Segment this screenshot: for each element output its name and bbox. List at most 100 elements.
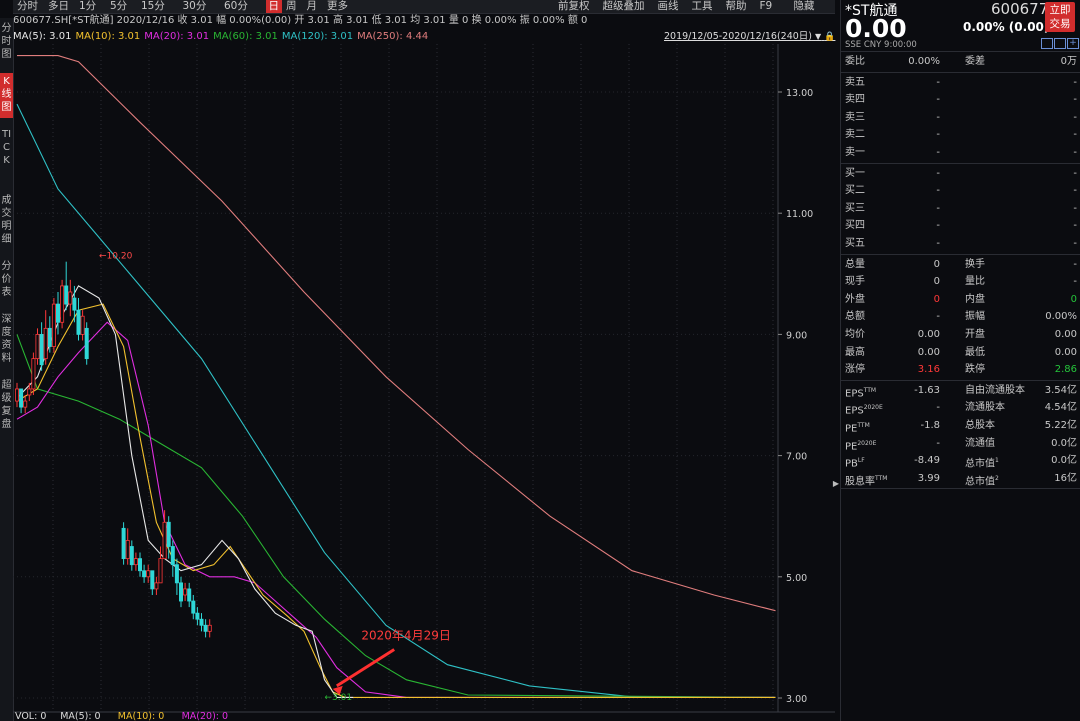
row-value: -: [936, 129, 940, 141]
period-tab-5[interactable]: 30分: [183, 0, 207, 13]
sidebar-tab-1[interactable]: K线图: [0, 73, 13, 118]
candle-body: [178, 582, 183, 602]
share-icon[interactable]: [1054, 38, 1066, 49]
period-tab-0[interactable]: 分时: [17, 0, 38, 13]
trade-now-button[interactable]: 立即交易: [1045, 2, 1075, 32]
sidebar-tab-5[interactable]: 深度资料: [0, 311, 13, 369]
toolbar-button-1[interactable]: 超级叠加: [603, 0, 645, 13]
label-sup: TTM: [863, 386, 877, 394]
sidebar-tab-4[interactable]: 分价表: [0, 258, 13, 303]
row-value-2: -: [1073, 111, 1077, 123]
row-value-2: 3.54亿: [1044, 384, 1077, 396]
date-range-selector[interactable]: 2019/12/05-2020/12/16(240日) ▼ 🔒: [664, 30, 835, 43]
period-tab-7[interactable]: 日: [265, 0, 282, 13]
candle-body: [56, 303, 61, 323]
candle-body: [174, 564, 179, 584]
candle-body: [125, 540, 130, 560]
row-value-2: -: [1073, 185, 1077, 197]
stock-code-label: 600677.SH[*ST航通]: [13, 15, 117, 26]
kline-chart[interactable]: 13.00 11.00 9.00 7.00 5.00 3.00 ←10.20 ←3.01 20…: [13, 44, 835, 721]
period-tab-10[interactable]: 更多: [327, 0, 348, 13]
row-label: 股息率TTM: [845, 474, 888, 488]
period-tab-1[interactable]: 多日: [48, 0, 69, 13]
quote-row: PE2020E - 流通值 0.0亿: [845, 435, 1077, 452]
sidebar-tab-3[interactable]: 成交明细: [0, 192, 13, 250]
row-value: 3.16: [917, 364, 940, 376]
edit-icon[interactable]: [1041, 38, 1053, 49]
add-icon[interactable]: +: [1067, 38, 1079, 49]
max-price-label: ←10.20: [99, 252, 133, 262]
candle-body: [170, 546, 175, 566]
row-label: 买三: [845, 202, 865, 214]
row-label: 买二: [845, 185, 865, 197]
quote-row: 买一 - -: [845, 165, 1077, 182]
quote-row: 均价 0.00 开盘 0.00: [845, 326, 1077, 343]
label-sup: 2: [995, 474, 999, 482]
quote-row: 买五 - -: [845, 235, 1077, 252]
y-tick-label: 7.00: [786, 452, 807, 463]
row-label: 卖四: [845, 94, 865, 106]
quote-row: 外盘 0 内盘 0: [845, 291, 1077, 308]
row-value: -: [936, 238, 940, 249]
lock-icon[interactable]: 🔒: [824, 32, 835, 42]
period-tab-4[interactable]: 15分: [141, 0, 165, 13]
quote-row: 卖四 - -: [845, 91, 1077, 108]
volume-legend-item: MA(5): 0: [60, 711, 100, 721]
period-tab-2[interactable]: 1分: [79, 0, 96, 13]
row-label-2: 流通值: [965, 437, 995, 449]
toolbar-button-6[interactable]: 隐藏: [794, 0, 815, 13]
series-line: [16, 285, 354, 698]
period-tab-9[interactable]: 月: [307, 0, 318, 13]
candle-body: [158, 558, 163, 584]
label-sup: TTM: [857, 422, 870, 429]
row-label: 总额: [845, 311, 865, 323]
row-value-2: 5.22亿: [1044, 420, 1077, 431]
quote-row: 最高 0.00 最低 0.00: [845, 344, 1077, 361]
row-value-2: -: [1073, 76, 1077, 88]
quote-row: 委比 0.00% 委差 0万: [845, 53, 1077, 70]
row-label-2: 振幅: [965, 311, 985, 323]
period-tab-8[interactable]: 周: [286, 0, 297, 13]
row-value-2: 4.54亿: [1044, 402, 1077, 414]
chevron-down-icon[interactable]: ▼: [815, 32, 821, 41]
sidebar-tab-6[interactable]: 超级复盘: [0, 377, 13, 435]
quote-row: 买三 - -: [845, 200, 1077, 217]
volume-legend-item: VOL: 0: [15, 711, 46, 721]
row-value-2: 0万: [1060, 56, 1077, 67]
candle-body: [15, 388, 20, 402]
row-value-2: -: [1073, 220, 1077, 232]
row-value: 0: [933, 276, 940, 288]
candle-body: [129, 546, 134, 566]
info-date: 2020/12/16: [116, 15, 178, 26]
sidebar-tab-2[interactable]: TICK: [0, 126, 13, 184]
candle-body: [138, 558, 143, 572]
toolbar-button-3[interactable]: 工具: [692, 0, 713, 13]
row-value: 0.00: [917, 329, 940, 340]
candle-body: [68, 291, 73, 305]
volume-legend-item: MA(20): 0: [182, 711, 228, 721]
period-tab-6[interactable]: 60分: [224, 0, 248, 13]
sidebar-tab-0[interactable]: 分时图: [0, 20, 13, 65]
collapse-panel-icon[interactable]: ▶: [832, 476, 840, 492]
y-tick-label: 3.00: [786, 694, 807, 705]
period-tab-3[interactable]: 5分: [110, 0, 127, 13]
row-value: 0: [933, 258, 940, 270]
candle-body: [162, 521, 167, 560]
divider: [841, 162, 1080, 164]
row-label: 涨停: [845, 364, 865, 376]
toolbar-button-0[interactable]: 前复权: [558, 0, 590, 13]
toolbar-button-4[interactable]: 帮助: [726, 0, 747, 13]
candle-body: [27, 388, 32, 396]
candle-body: [76, 309, 81, 335]
row-value: -: [936, 147, 940, 158]
candle-body: [51, 303, 56, 347]
stock-code: 600677: [991, 0, 1049, 18]
candle-body: [199, 618, 204, 626]
candle-body: [121, 527, 126, 560]
row-value: 3.99: [917, 472, 940, 484]
toolbar-button-5[interactable]: F9: [760, 0, 773, 13]
toolbar-button-2[interactable]: 画线: [658, 0, 679, 13]
ma-legend: MA(5): 3.01 MA(10): 3.01 MA(20): 3.01 MA(60…: [13, 30, 653, 43]
row-label-2: 总市值2: [965, 474, 999, 488]
row-label-2: 开盘: [965, 329, 985, 340]
